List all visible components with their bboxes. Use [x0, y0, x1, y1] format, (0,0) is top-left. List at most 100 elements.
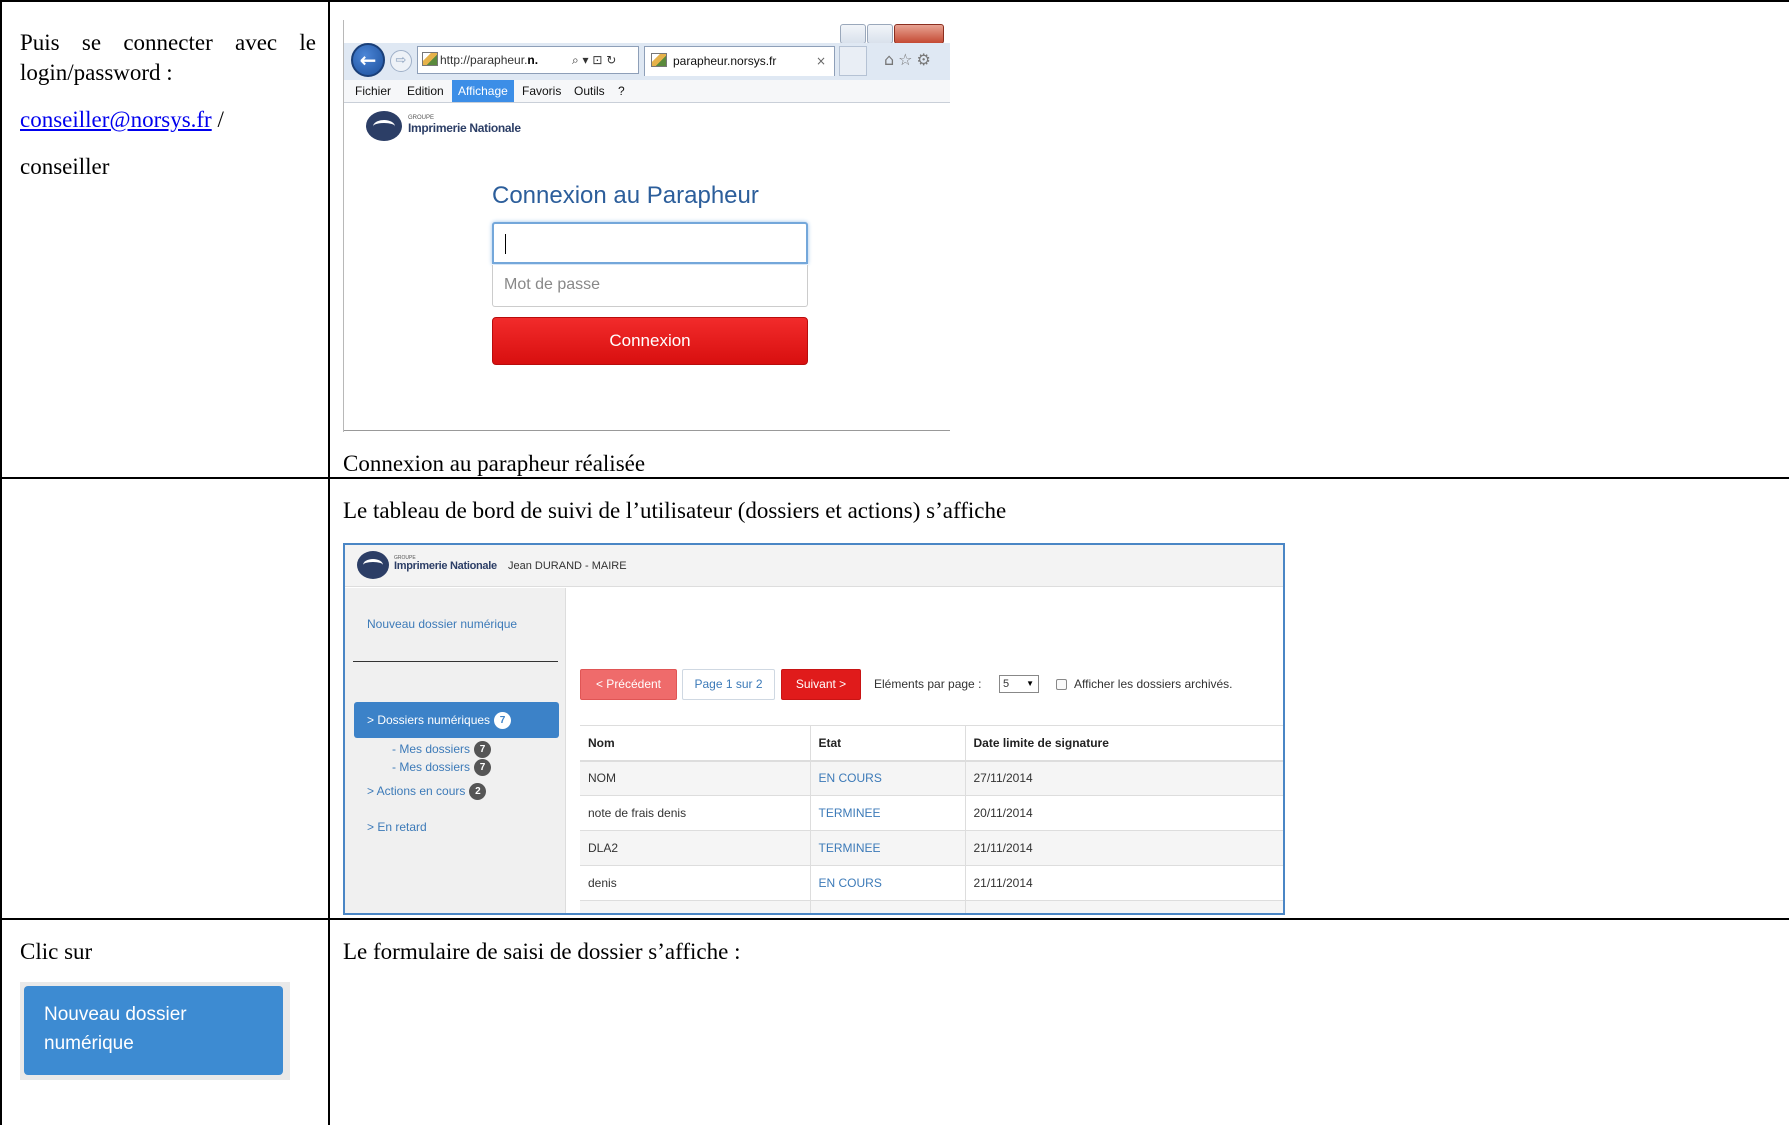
credentials-separator: / — [211, 107, 224, 132]
dashboard-header: GROUPE Imprimerie Nationale Jean DURAND … — [345, 545, 1283, 587]
cell-etat[interactable]: TERMINEE — [809, 795, 965, 831]
chevron-down-icon: ▼ — [1026, 679, 1034, 688]
cell-date: 28/11/2014 — [964, 900, 1283, 913]
cell-date: 20/11/2014 — [964, 795, 1283, 831]
login-title: Connexion au Parapheur — [492, 182, 759, 209]
connexion-button[interactable]: Connexion — [492, 317, 808, 365]
tab-favicon-icon — [651, 53, 667, 67]
column-header-etat[interactable]: Etat — [809, 725, 965, 762]
credentials-line: conseiller@norsys.fr / — [20, 105, 224, 135]
per-page-label: Eléments par page : — [874, 677, 982, 691]
tab-title: parapheur.norsys.fr — [673, 54, 777, 68]
table-top-border — [0, 0, 1789, 2]
url-bold: n. — [527, 53, 539, 67]
cell-date: 21/11/2014 — [964, 830, 1283, 866]
new-dossier-button[interactable]: Nouveau dossier numérique — [24, 986, 283, 1075]
column-header-nom[interactable]: Nom — [580, 725, 810, 762]
count-badge: 2 — [469, 783, 487, 801]
archived-checkbox-label: Afficher les dossiers archivés. — [1074, 677, 1233, 691]
table-row[interactable]: NOM EN COURS 27/11/2014 — [580, 760, 1283, 796]
menu-help[interactable]: ? — [612, 80, 631, 102]
sidebar-subitem-mes-dossiers[interactable]: - Mes dossiers 7 — [392, 759, 492, 777]
cell-nom: NOM — [580, 760, 810, 796]
sidebar-item-label: > Dossiers numériques — [367, 713, 491, 727]
browser-tool-icons[interactable]: ⌂☆⚙ — [884, 46, 935, 74]
url-prefix: http://parapheur. — [440, 53, 528, 67]
row3-instruction: Clic sur — [20, 939, 93, 964]
new-dossier-link[interactable]: Nouveau dossier numérique — [367, 617, 517, 631]
count-badge: 7 — [474, 759, 492, 777]
sidebar-subitem-mes-dossiers[interactable]: - Mes dossiers 7 — [392, 741, 492, 759]
dashboard-main: < Précédent Page 1 sur 2 Suivant > Eléme… — [566, 588, 1283, 913]
row3-caption: Le formulaire de saisi de dossier s’affi… — [343, 939, 741, 964]
browser-tab[interactable]: parapheur.norsys.fr × — [644, 46, 835, 76]
logo-text: Imprimerie Nationale — [408, 121, 521, 135]
clicked-button-crop: Nouveau dossier numérique — [20, 982, 290, 1080]
forward-arrow-icon[interactable]: ⇨ — [390, 50, 412, 72]
user-name: Jean DURAND - MAIRE — [508, 560, 627, 572]
screenshot-bottom-line — [344, 430, 950, 431]
cell-etat[interactable]: EN COURS — [809, 760, 965, 796]
sidebar-item-label: > Actions en cours — [367, 784, 466, 798]
row2-caption: Le tableau de bord de suivi de l’utilisa… — [343, 498, 1007, 523]
close-window-button[interactable] — [894, 24, 944, 44]
button-label-line-2: numérique — [44, 1033, 134, 1054]
per-page-select[interactable]: 5 ▼ — [999, 675, 1039, 693]
tab-close-icon[interactable]: × — [816, 47, 826, 75]
page-indicator: Page 1 sur 2 — [682, 669, 775, 700]
cell-etat[interactable]: TERMINEE — [809, 830, 965, 866]
login-input[interactable] — [492, 222, 808, 264]
button-label-line-1: Nouveau dossier — [44, 1004, 187, 1025]
cell-date: 27/11/2014 — [964, 760, 1283, 796]
dashboard-screenshot: GROUPE Imprimerie Nationale Jean DURAND … — [343, 543, 1285, 915]
dossiers-table: Nom Etat Date limite de signature NOM EN… — [580, 725, 1283, 913]
menu-outils[interactable]: Outils — [568, 80, 611, 102]
table-header-row: Nom Etat Date limite de signature — [580, 725, 1283, 762]
cell-nom: denis2 — [580, 900, 810, 913]
column-header-date[interactable]: Date limite de signature — [964, 725, 1283, 762]
page-favicon-icon — [422, 52, 438, 66]
row1-caption: Connexion au parapheur réalisée — [343, 451, 646, 476]
menu-edition[interactable]: Edition — [401, 80, 450, 102]
new-tab-button[interactable] — [839, 46, 867, 76]
sidebar-item-en-retard[interactable]: > En retard — [367, 817, 427, 837]
cell-nom: note de frais denis — [580, 795, 810, 831]
table-row[interactable]: DLA2 TERMINEE 21/11/2014 — [580, 830, 1283, 866]
text-caret — [505, 233, 506, 254]
next-page-button[interactable]: Suivant > — [781, 669, 861, 700]
address-bar-icons[interactable]: ⌕ ▾ ⊡ ↻ — [572, 46, 616, 74]
per-page-value: 5 — [1003, 678, 1010, 690]
sidebar-item-actions-en-cours[interactable]: > Actions en cours 2 — [367, 781, 487, 801]
table-row[interactable]: note de frais denis TERMINEE 20/11/2014 — [580, 795, 1283, 831]
imprimerie-nationale-logo-icon — [366, 111, 402, 141]
sidebar-item-dossiers-numeriques[interactable]: > Dossiers numériques 7 — [354, 702, 559, 738]
cell-date: 21/11/2014 — [964, 865, 1283, 901]
logo-text: Imprimerie Nationale — [394, 560, 497, 572]
cell-nom: DLA2 — [580, 830, 810, 866]
table-row[interactable]: denis EN COURS 21/11/2014 — [580, 865, 1283, 901]
password-text: conseiller — [20, 154, 110, 179]
subitem-label: - Mes dossiers — [392, 760, 471, 774]
password-input[interactable]: Mot de passe — [492, 265, 808, 307]
login-email-link[interactable]: conseiller@norsys.fr — [20, 107, 212, 132]
instruction-line-1: Puis se connecter avec le — [20, 30, 316, 55]
minimize-button[interactable] — [840, 24, 866, 44]
archived-checkbox[interactable] — [1056, 679, 1067, 690]
menu-affichage[interactable]: Affichage — [452, 80, 514, 102]
table-row[interactable]: denis2 TERMINEE 28/11/2014 — [580, 900, 1283, 913]
cell-nom: denis — [580, 865, 810, 901]
imprimerie-nationale-logo-icon — [357, 551, 389, 579]
previous-page-button[interactable]: < Précédent — [580, 669, 677, 700]
login-screenshot: ← ⇨ http://parapheur.n. ⌕ ▾ ⊡ ↻ parapheu… — [343, 20, 950, 432]
cell-etat[interactable]: EN COURS — [809, 865, 965, 901]
count-badge: 7 — [494, 712, 512, 730]
menu-fichier[interactable]: Fichier — [349, 80, 397, 102]
menu-bar: Fichier Edition Affichage Favoris Outils… — [344, 80, 950, 103]
sidebar: Nouveau dossier numérique > Dossiers num… — [345, 588, 566, 913]
menu-favoris[interactable]: Favoris — [516, 80, 567, 102]
cell-etat[interactable]: TERMINEE — [809, 900, 965, 913]
subitem-label: - Mes dossiers — [392, 742, 471, 756]
back-arrow-icon[interactable]: ← — [351, 43, 385, 77]
row2-bottom-border — [0, 918, 1789, 920]
maximize-button[interactable] — [867, 24, 893, 44]
